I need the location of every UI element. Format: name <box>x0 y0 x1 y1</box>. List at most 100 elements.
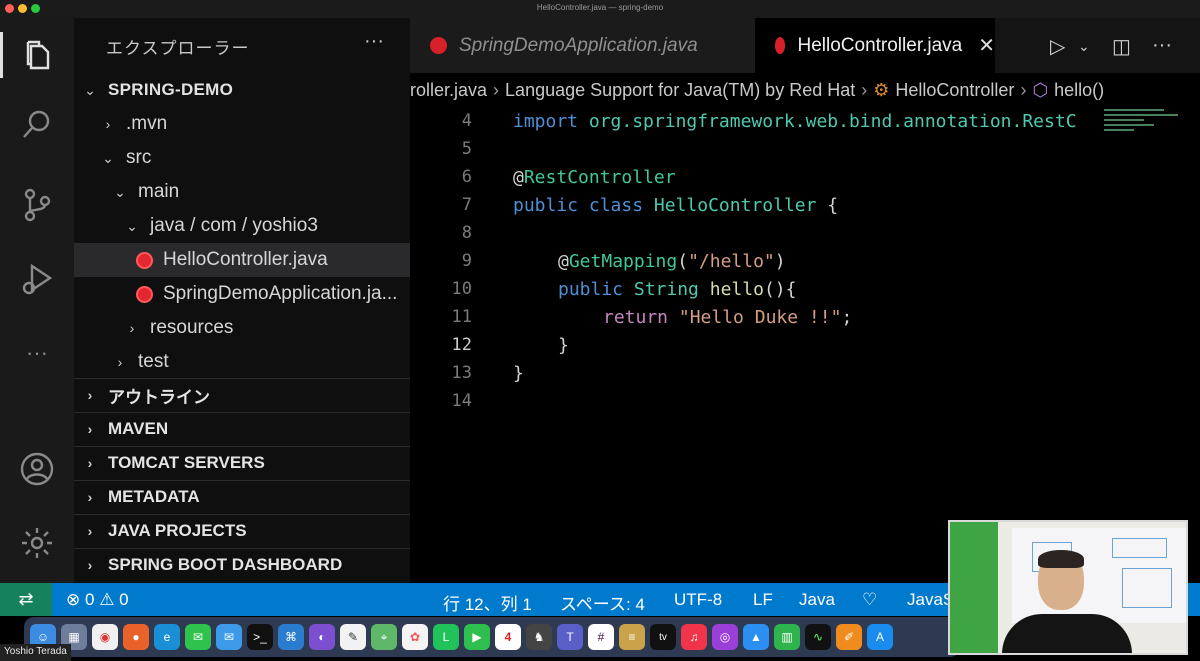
reader-icon[interactable]: ♞ <box>526 624 552 650</box>
tree-item-main[interactable]: ⌄ main <box>74 175 410 209</box>
problems-indicator[interactable]: ⊗ 0 ⚠ 0 <box>66 590 129 610</box>
chevron-down-icon: ⌄ <box>84 81 96 98</box>
remote-indicator-icon[interactable]: ⇄ <box>0 583 52 616</box>
mail-icon[interactable]: ✉ <box>216 624 242 650</box>
tree-item-springdemoapplication[interactable]: SpringDemoApplication.ja... <box>74 277 410 311</box>
section-label: TOMCAT SERVERS <box>108 453 265 472</box>
app-store-icon[interactable]: A <box>867 624 893 650</box>
messages-icon[interactable]: ✉ <box>185 624 211 650</box>
source-control-icon[interactable] <box>14 182 60 228</box>
firefox-icon[interactable]: ● <box>123 624 149 650</box>
chevron-right-icon: › <box>1020 79 1027 100</box>
tree-item-test[interactable]: › test <box>74 345 410 379</box>
photos-icon[interactable]: ✿ <box>402 624 428 650</box>
code-line-13: 13 } <box>410 359 1200 387</box>
section-tomcat-servers[interactable]: › TOMCAT SERVERS <box>74 446 410 479</box>
chevron-right-icon: › <box>87 489 93 505</box>
slack-icon[interactable]: # <box>588 624 614 650</box>
teams-icon[interactable]: T <box>557 624 583 650</box>
end-of-line[interactable]: LF <box>753 590 773 610</box>
settings-gear-icon[interactable] <box>14 520 60 566</box>
method-cube-icon: ⬡ <box>1032 79 1049 100</box>
terminal-icon[interactable]: >_ <box>247 624 273 650</box>
split-editor-icon[interactable]: ◫ <box>1112 34 1131 59</box>
activity-monitor-icon[interactable]: ∿ <box>805 624 831 650</box>
pages-icon[interactable]: ✐ <box>836 624 862 650</box>
feedback-thumbs-icon[interactable]: ♡ <box>862 590 877 610</box>
more-views-icon[interactable]: ··· <box>14 330 60 376</box>
numbers-icon[interactable]: ▥ <box>774 624 800 650</box>
chevron-right-icon: › <box>87 557 93 573</box>
explorer-more-icon[interactable]: ··· <box>364 30 384 53</box>
section-label: SPRING BOOT DASHBOARD <box>108 555 343 574</box>
cursor-position[interactable]: 行 12、列 1 <box>443 590 532 615</box>
code-text: @GetMapping("/hello") <box>558 250 786 272</box>
code-line-4: 4 import org.springframework.web.bind.an… <box>410 107 1200 135</box>
tab-springdemoapplication[interactable]: SpringDemoApplication.java <box>410 18 755 73</box>
run-icon[interactable]: ▷ <box>1050 34 1065 59</box>
section-spring-boot-dashboard[interactable]: › SPRING BOOT DASHBOARD <box>74 548 410 581</box>
calendar-icon[interactable]: 4 <box>495 624 521 650</box>
music-icon[interactable]: ♫ <box>681 624 707 650</box>
error-icon: ⊗ <box>66 590 81 609</box>
section-label: METADATA <box>108 487 200 506</box>
tree-item-label: SpringDemoApplication.ja... <box>163 283 398 304</box>
java-file-icon <box>136 251 153 269</box>
notes-icon[interactable]: ≡ <box>619 624 645 650</box>
code-editor[interactable]: 4 import org.springframework.web.bind.an… <box>410 107 1200 583</box>
chevron-right-icon: › <box>493 79 500 100</box>
encoding[interactable]: UTF-8 <box>674 590 722 610</box>
more-actions-icon[interactable]: ··· <box>1152 34 1172 57</box>
line-number: 9 <box>461 251 472 271</box>
section-maven[interactable]: › MAVEN <box>74 412 410 445</box>
breadcrumb-extension[interactable]: Language Support for Java(TM) by Red Hat <box>505 80 855 101</box>
run-debug-icon[interactable] <box>14 256 60 302</box>
edge-icon[interactable]: e <box>154 624 180 650</box>
search-icon[interactable] <box>14 102 60 148</box>
vscode-icon[interactable]: ⌘ <box>278 624 304 650</box>
explorer-header: エクスプローラー ··· <box>74 18 410 72</box>
tree-item-label: main <box>138 181 180 202</box>
explorer-files-icon[interactable] <box>0 32 74 78</box>
tree-item-label: test <box>138 351 169 372</box>
tree-item-mvn[interactable]: › .mvn <box>74 107 410 141</box>
podcasts-icon[interactable]: ◎ <box>712 624 738 650</box>
project-folder-row[interactable]: ⌄ SPRING-DEMO <box>74 73 410 107</box>
code-line-14: 14 <box>410 387 1200 415</box>
chevron-down-icon[interactable]: ⌄ <box>1078 38 1090 55</box>
github-icon[interactable]: ◐ <box>309 624 335 650</box>
tree-item-hellocontroller[interactable]: HelloController.java <box>74 243 410 277</box>
tree-item-java-package[interactable]: ⌄ java / com / yoshio3 <box>74 209 410 243</box>
line-number: 5 <box>461 139 472 159</box>
warning-count: 0 <box>119 590 129 609</box>
breadcrumb-method[interactable]: hello() <box>1054 80 1104 101</box>
indentation[interactable]: スペース: 4 <box>560 590 645 615</box>
explorer-sidebar: エクスプローラー ··· ⌄ SPRING-DEMO › .mvn ⌄ src … <box>74 18 410 583</box>
tree-item-src[interactable]: ⌄ src <box>74 141 410 175</box>
green-screen <box>950 522 998 653</box>
tv-icon[interactable]: tv <box>650 624 676 650</box>
section-label: JAVA PROJECTS <box>108 521 247 540</box>
breadcrumb-class[interactable]: HelloController <box>895 80 1014 101</box>
chevron-right-icon: › <box>129 320 135 336</box>
tab-hellocontroller[interactable]: HelloController.java ✕ <box>755 18 995 73</box>
breadcrumb-file[interactable]: roller.java <box>410 80 487 101</box>
textedit-icon[interactable]: ✎ <box>340 624 366 650</box>
facetime-icon[interactable]: ▶ <box>464 624 490 650</box>
section-metadata[interactable]: › METADATA <box>74 480 410 513</box>
line-number: 7 <box>461 195 472 215</box>
maps-icon[interactable]: ⌖ <box>371 624 397 650</box>
section-label: MAVEN <box>108 419 169 438</box>
chevron-right-icon: › <box>87 523 93 539</box>
tree-item-label: HelloController.java <box>163 249 328 270</box>
line-icon[interactable]: L <box>433 624 459 650</box>
close-icon[interactable]: ✕ <box>978 33 995 58</box>
account-icon[interactable] <box>14 446 60 492</box>
chrome-icon[interactable]: ◉ <box>92 624 118 650</box>
section-outline[interactable]: › アウトライン <box>74 378 410 411</box>
keynote-icon[interactable]: ▲ <box>743 624 769 650</box>
section-java-projects[interactable]: › JAVA PROJECTS <box>74 514 410 547</box>
tree-item-resources[interactable]: › resources <box>74 311 410 345</box>
language-mode[interactable]: Java <box>799 590 835 610</box>
line-number-current: 12 <box>451 335 472 355</box>
